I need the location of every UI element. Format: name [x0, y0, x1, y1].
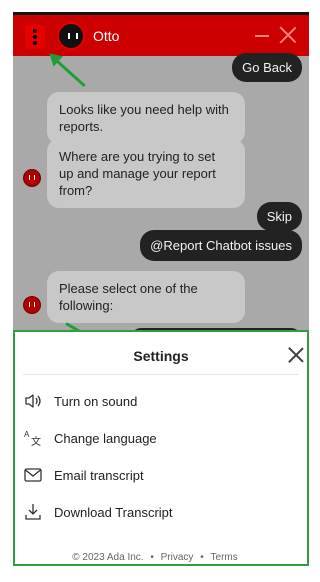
close-icon[interactable]: [279, 26, 297, 44]
language-icon: A 文: [23, 428, 43, 448]
menu-item-language[interactable]: A 文 Change language: [23, 425, 293, 451]
menu-item-label: Download Transcript: [54, 504, 173, 520]
menu-item-label: Turn on sound: [54, 393, 138, 409]
svg-text:A: A: [24, 430, 30, 439]
menu-item-label: Email transcript: [54, 467, 144, 483]
chat-transcript[interactable]: Go Back Looks like you need help with re…: [13, 53, 309, 348]
user-message: Go Back: [232, 53, 302, 82]
terms-link[interactable]: Terms: [211, 552, 238, 563]
bot-avatar-small: [23, 169, 41, 187]
bot-message: Looks like you need help with reports.: [47, 92, 245, 144]
user-message: Skip: [256, 202, 302, 231]
menu-item-label: Change language: [54, 430, 157, 446]
privacy-link[interactable]: Privacy: [161, 552, 194, 563]
separator: •: [200, 552, 204, 563]
vertical-dots-icon[interactable]: [25, 25, 45, 49]
user-message: @Report Chatbot issues: [140, 230, 302, 261]
bot-name: Otto: [93, 28, 120, 44]
bot-avatar: [57, 22, 85, 50]
footer: © 2023 Ada Inc. • Privacy • Terms: [0, 552, 310, 563]
menu-item-download[interactable]: Download Transcript: [23, 499, 293, 525]
bot-message: Where are you trying to set up and manag…: [47, 139, 245, 208]
divider: [23, 374, 299, 375]
menu-item-email[interactable]: Email transcript: [23, 462, 293, 488]
copyright-text: © 2023 Ada Inc.: [72, 552, 144, 563]
minimize-icon[interactable]: [255, 35, 269, 37]
chat-header: Otto: [13, 12, 309, 56]
separator: •: [150, 552, 154, 563]
chat-widget: Otto Go Back Looks like you need help wi…: [0, 0, 310, 582]
settings-title: Settings: [133, 348, 189, 364]
speaker-icon: [23, 391, 43, 411]
settings-panel: Settings Turn on sound A 文 Change langua…: [13, 330, 309, 566]
download-icon: [23, 502, 43, 522]
bot-avatar-small: [23, 296, 41, 314]
menu-item-sound[interactable]: Turn on sound: [23, 388, 293, 414]
envelope-icon: [23, 465, 43, 485]
bot-message: Please select one of the following:: [47, 271, 245, 323]
svg-text:文: 文: [31, 435, 41, 447]
close-icon[interactable]: [287, 346, 305, 364]
